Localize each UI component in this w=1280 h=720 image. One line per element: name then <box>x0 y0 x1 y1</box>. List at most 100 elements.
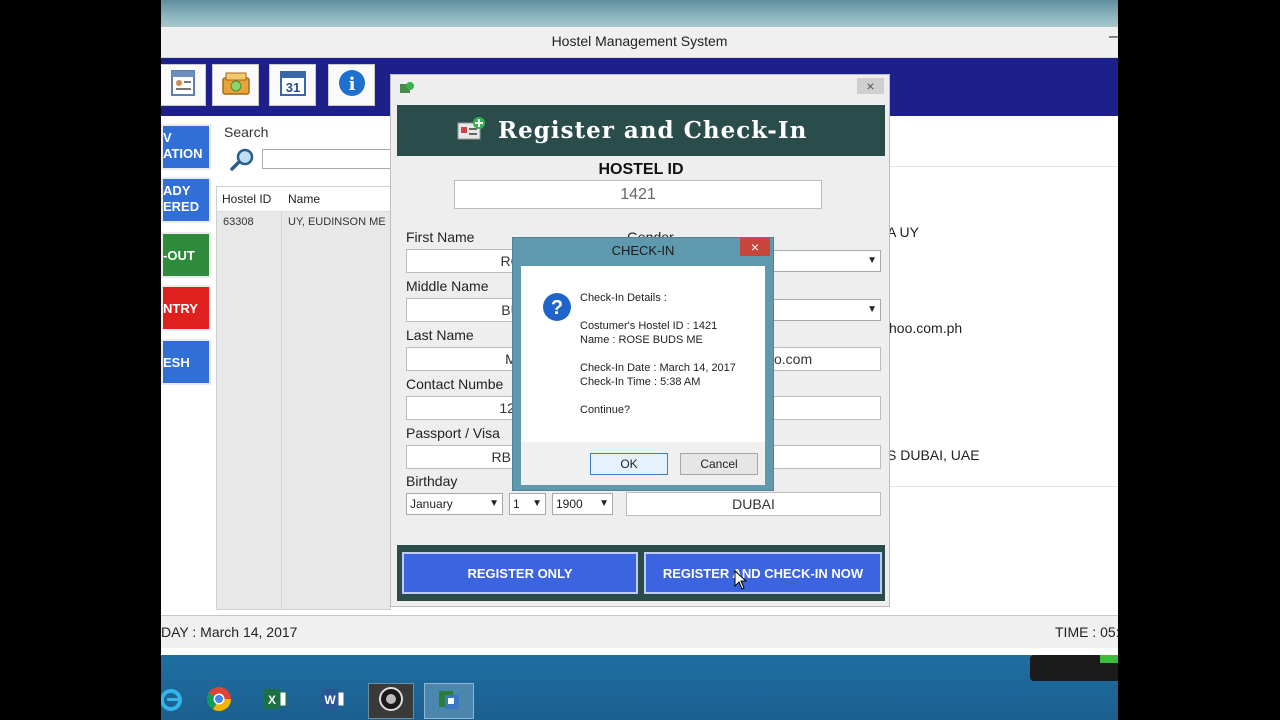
cell-name: UY, EUDINSON ME <box>288 216 386 228</box>
taskbar-word[interactable]: W <box>313 683 353 719</box>
middle-name-label: Middle Name <box>406 278 489 294</box>
table-header: Hostel ID Name <box>217 187 390 212</box>
dialog-header: Register and Check-In <box>397 105 885 156</box>
table-row[interactable]: 63308 UY, EUDINSON ME <box>217 212 390 234</box>
contact-number-label: Contact Numbe <box>406 376 504 392</box>
checkin-date: Check-In Date : March 14, 2017 <box>580 362 736 374</box>
gender-select[interactable]: ▼ <box>771 250 881 272</box>
cash-register-icon <box>220 68 252 103</box>
status-select[interactable]: ▼ <box>771 299 881 321</box>
sidebar-item-reservation[interactable]: V ATION <box>161 124 211 170</box>
dialog-close-button[interactable]: × <box>857 78 884 94</box>
detail-name: A UY <box>887 224 919 240</box>
svg-text:W: W <box>324 693 336 707</box>
window-title: Hostel Management System <box>551 33 728 49</box>
camera-app-icon <box>377 685 405 718</box>
svg-text:X: X <box>268 693 276 707</box>
sidebar-item-entry[interactable]: NTRY <box>161 285 211 331</box>
search-icon[interactable] <box>229 146 257 177</box>
taskbar-hostel-app[interactable] <box>424 683 474 719</box>
question-icon: ? <box>542 292 572 327</box>
guest-table: Hostel ID Name 63308 UY, EUDINSON ME <box>216 186 391 610</box>
nationality-field[interactable] <box>771 396 881 420</box>
sidebar-item-label: V ATION <box>163 130 203 161</box>
dialog-app-icon <box>399 81 415 100</box>
divider <box>887 486 1118 487</box>
detail-address: S DUBAI, UAE <box>887 447 980 463</box>
register-only-button[interactable]: REGISTER ONLY <box>402 552 638 594</box>
mouse-cursor-icon <box>734 569 748 595</box>
checkin-time: Check-In Time : 5:38 AM <box>580 376 701 388</box>
sidebar-item-refresh[interactable]: ESH <box>161 339 211 385</box>
checkin-button-row: OK Cancel <box>521 442 765 485</box>
checkin-dialog-title: CHECK-IN <box>611 243 675 258</box>
svg-text:31: 31 <box>285 80 299 95</box>
column-header-name[interactable]: Name <box>288 192 320 206</box>
birth-day-value: 1 <box>513 497 520 511</box>
guest-list-button[interactable] <box>161 64 206 106</box>
chevron-down-icon: ▼ <box>867 304 877 315</box>
chevron-down-icon: ▼ <box>489 498 499 509</box>
last-name-label: Last Name <box>406 327 474 343</box>
column-header-hostel-id[interactable]: Hostel ID <box>222 192 271 206</box>
word-icon: W <box>319 685 347 718</box>
cancel-button[interactable]: Cancel <box>680 453 758 475</box>
ie-icon <box>161 685 185 718</box>
email-field[interactable]: o.com <box>771 347 881 371</box>
tray-popup <box>1030 655 1118 681</box>
sidebar-item-checkout[interactable]: -OUT <box>161 232 211 278</box>
ok-button[interactable]: OK <box>590 453 668 475</box>
info-icon: i <box>337 68 367 103</box>
guest-list-icon <box>168 68 198 103</box>
sidebar-item-label: ESH <box>163 355 190 370</box>
city-field[interactable]: DUBAI <box>626 492 881 516</box>
window-titlebar: Hostel Management System – <box>161 27 1118 58</box>
cash-register-button[interactable] <box>212 64 259 106</box>
birthday-label: Birthday <box>406 473 458 489</box>
taskbar-camera-app[interactable] <box>368 683 414 719</box>
svg-text:i: i <box>348 74 355 95</box>
passport-visa-label: Passport / Visa <box>406 425 500 441</box>
search-input[interactable] <box>262 149 392 169</box>
sidebar-item-registered[interactable]: ADY ERED <box>161 177 211 223</box>
search-label: Search <box>224 124 269 140</box>
sidebar-item-label: NTRY <box>163 301 198 316</box>
status-bar: DAY : March 14, 2017 TIME : 05: <box>161 615 1118 648</box>
chevron-down-icon: ▼ <box>532 498 542 509</box>
hostel-app-icon <box>435 685 463 718</box>
checkin-close-button[interactable]: × <box>740 238 770 256</box>
taskbar-ie[interactable] <box>161 683 191 719</box>
sidebar-item-label: ADY ERED <box>163 183 200 214</box>
excel-icon: X <box>261 685 289 718</box>
hostel-id-label: HOSTEL ID <box>598 161 684 178</box>
checkin-name: Name : ROSE BUDS ME <box>580 334 703 346</box>
first-name-label: First Name <box>406 229 475 245</box>
dialog-title: Register and Check-In <box>498 117 808 144</box>
taskbar-excel[interactable]: X <box>255 683 295 719</box>
cell-hostel-id: 63308 <box>223 216 254 228</box>
register-and-checkin-button[interactable]: REGISTER AND CHECK-IN NOW <box>644 552 882 594</box>
checkin-confirm-dialog: CHECK-IN × ? Check-In Details : Costumer… <box>512 237 774 491</box>
taskbar-chrome[interactable] <box>199 683 239 719</box>
sidebar-item-label: -OUT <box>163 248 195 263</box>
status-time: TIME : 05: <box>1055 624 1118 640</box>
status-date: DAY : March 14, 2017 <box>161 624 298 640</box>
calendar-button[interactable]: 31 <box>269 64 316 106</box>
minimize-button[interactable]: – <box>1109 28 1118 46</box>
desktop-background <box>161 0 1118 28</box>
checkin-continue-prompt: Continue? <box>580 404 631 416</box>
birth-year-select[interactable]: 1900 ▼ <box>552 493 613 515</box>
checkin-details-heading: Check-In Details : <box>580 292 667 304</box>
address-field[interactable] <box>771 445 881 469</box>
app-screen: Hostel Management System – 31 i V ATION <box>161 0 1118 720</box>
birth-month-value: January <box>410 497 453 511</box>
checkin-hostel-id: Costumer's Hostel ID : 1421 <box>580 320 718 332</box>
chevron-down-icon: ▼ <box>867 255 877 266</box>
hostel-id-field[interactable]: 1421 <box>454 180 822 209</box>
birth-month-select[interactable]: January ▼ <box>406 493 503 515</box>
register-icon <box>457 115 487 149</box>
birth-day-select[interactable]: 1 ▼ <box>509 493 546 515</box>
battery-indicator <box>1100 655 1118 663</box>
info-button[interactable]: i <box>328 64 375 106</box>
chevron-down-icon: ▼ <box>599 498 609 509</box>
